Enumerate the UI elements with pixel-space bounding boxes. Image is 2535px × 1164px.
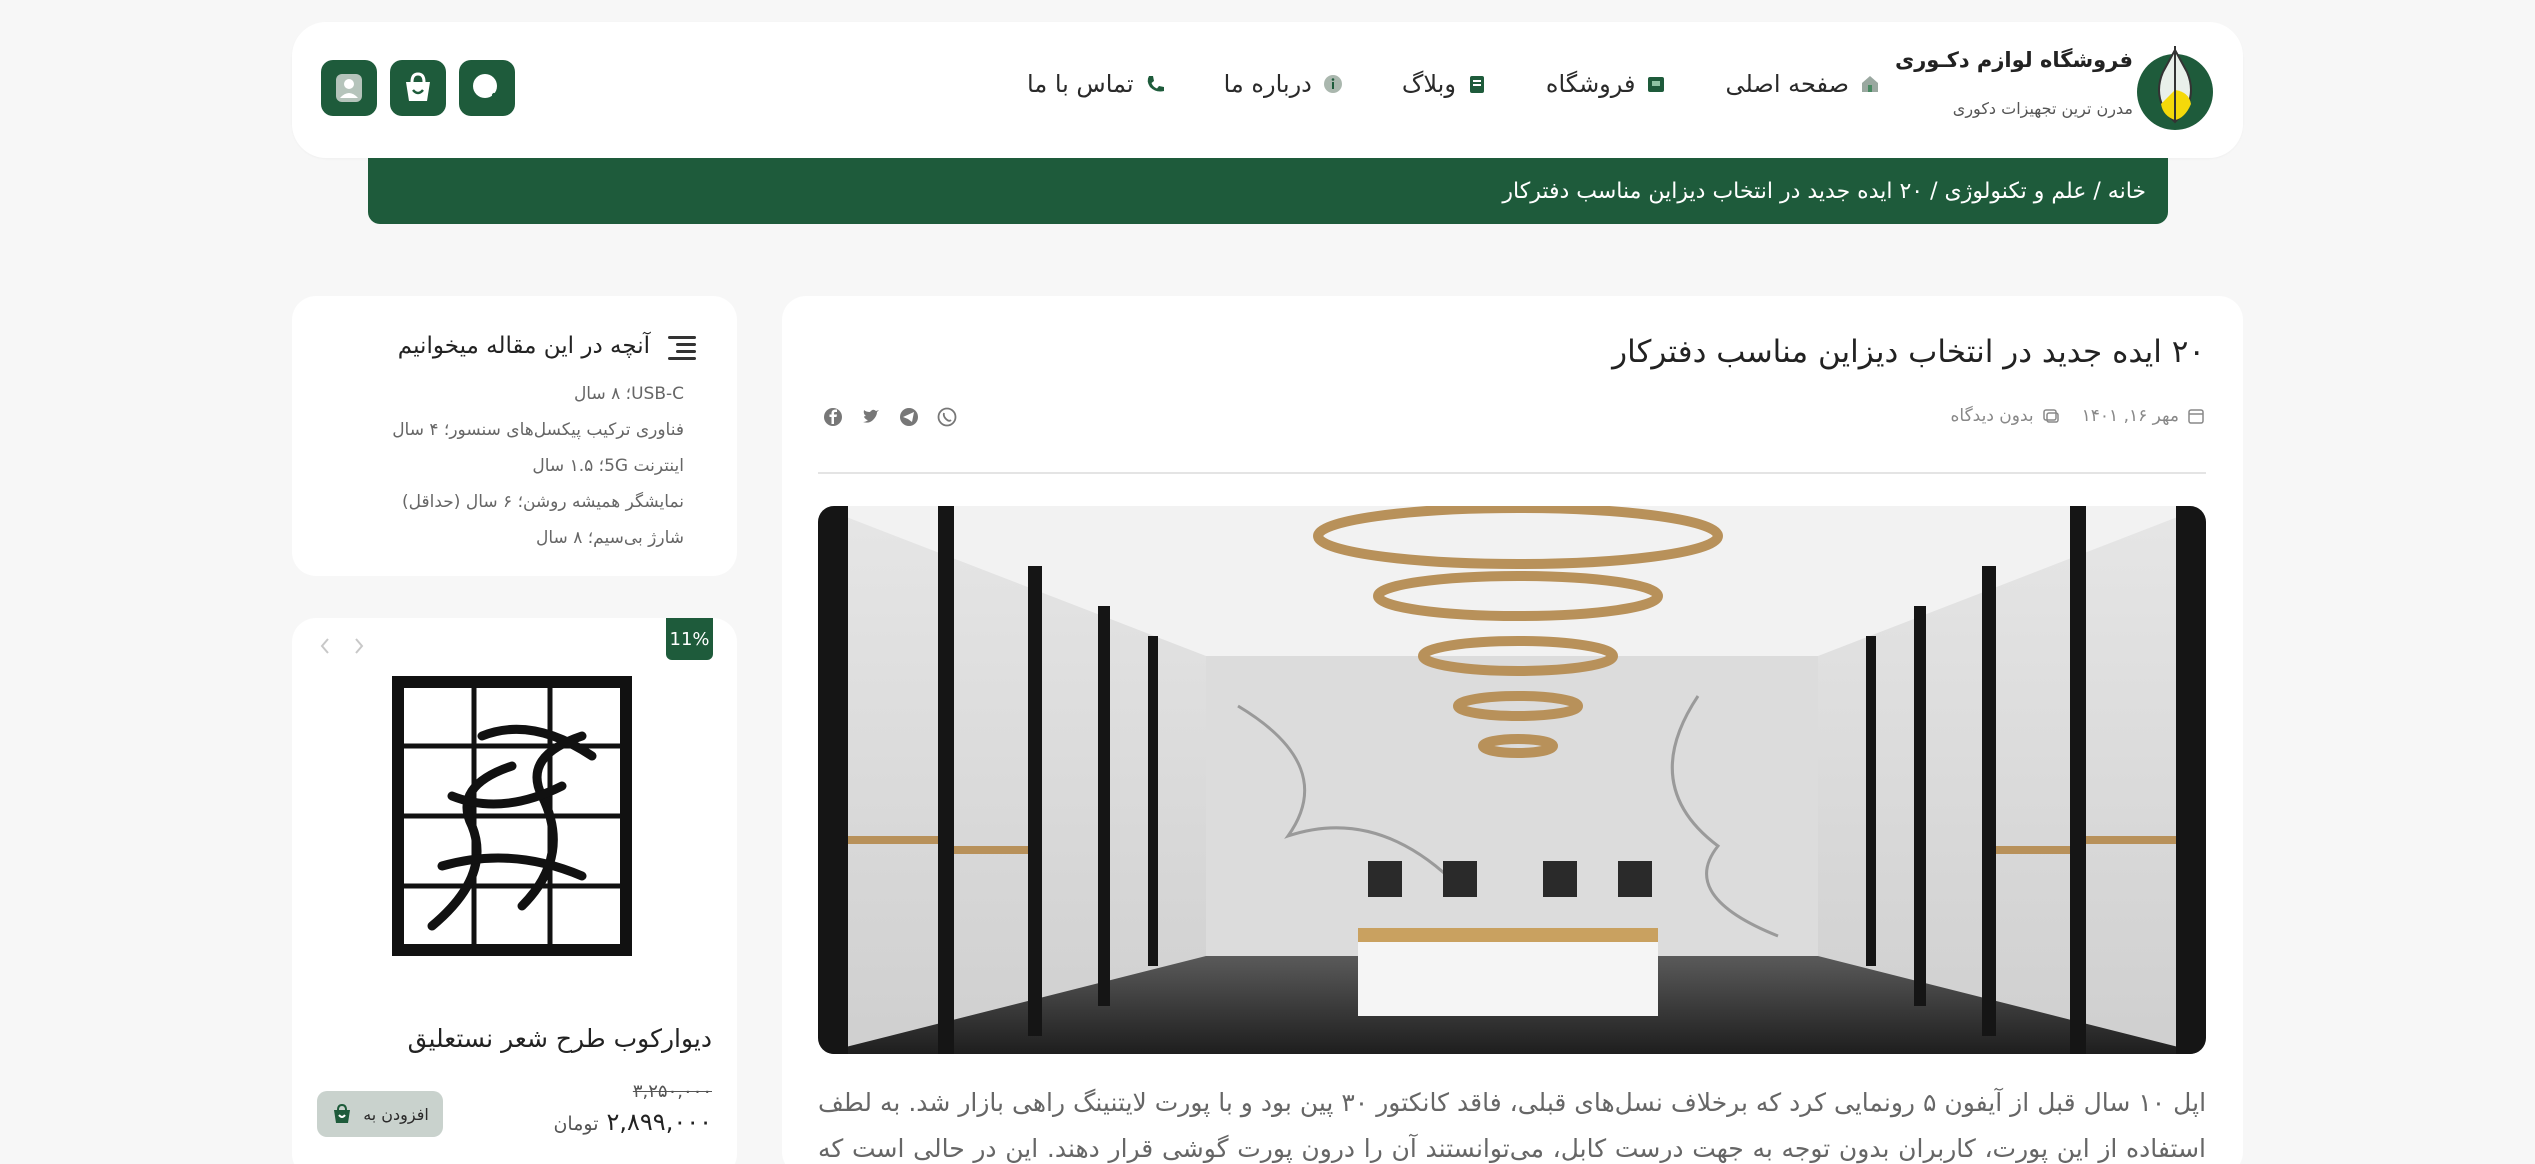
nav-label: صفحه اصلی [1725, 70, 1849, 98]
product-image[interactable] [392, 676, 632, 956]
toc-item[interactable]: شارژ بی‌سیم؛ ۸ سال [392, 527, 684, 550]
price-amount: ۲,۸۹۹,۰۰۰ [606, 1108, 713, 1136]
article-meta: مهر ۱۶, ۱۴۰۱ بدون دیدگاه [1950, 406, 2205, 426]
nav-item-home[interactable]: صفحه اصلی [1725, 70, 1881, 98]
cart-icon [406, 72, 430, 101]
home-icon [1862, 76, 1878, 92]
toc-item[interactable]: USB-C؛ ۸ سال [392, 383, 684, 406]
product-name[interactable]: دیوارکوب طرح شعر نستعلیق [408, 1024, 712, 1053]
whatsapp-icon[interactable] [936, 406, 958, 428]
facebook-icon[interactable] [822, 406, 844, 428]
calendar-icon [2188, 409, 2204, 424]
main-nav: صفحه اصلی فروشگاه وبلاگ درباره ما تماس ب… [1027, 70, 1881, 98]
brand-logo[interactable] [2133, 42, 2217, 136]
article-divider [818, 472, 2206, 474]
product-old-price: ۳,۲۵۰,۰۰۰ [632, 1081, 712, 1102]
article-date: مهر ۱۶, ۱۴۰۱ [2082, 406, 2205, 426]
carousel-prev-arrow[interactable] [316, 634, 334, 658]
breadcrumb-text[interactable]: خانه / علم و تکنولوژی / ۲۰ ایده جدید در … [1502, 179, 2146, 204]
price-currency: تومان [553, 1113, 599, 1135]
nav-label: درباره ما [1223, 70, 1312, 98]
twitter-icon[interactable] [860, 406, 882, 428]
article-body: اپل ۱۰ سال قبل از آیفون ۵ رونمایی کرد که… [818, 1088, 2207, 1163]
nav-label: فروشگاه [1545, 70, 1636, 98]
info-icon [1323, 75, 1342, 93]
toc-title: آنچه در این مقاله میخوانیم [397, 333, 650, 359]
brand-tagline: مدرن ترین تجهیزات دکوری [1952, 99, 2133, 118]
nav-item-about[interactable]: درباره ما [1224, 70, 1344, 98]
discount-badge: 11% [666, 618, 713, 660]
shop-icon [1648, 77, 1665, 92]
brand-name[interactable]: فروشگاه لوازم دکـوری [1895, 48, 2133, 72]
nav-label: وبلاگ [1401, 70, 1456, 98]
article-hero-image [818, 506, 2206, 1054]
cart-icon [334, 1103, 351, 1123]
phone-icon [1147, 76, 1164, 92]
list-icon [666, 333, 698, 363]
telegram-icon[interactable] [898, 406, 920, 428]
search-button[interactable] [459, 60, 515, 116]
date-text: مهر ۱۶, ۱۴۰۱ [2081, 406, 2179, 426]
article-comments[interactable]: بدون دیدگاه [1950, 406, 2059, 426]
nav-item-contact[interactable]: تماس با ما [1027, 70, 1166, 98]
toc-item[interactable]: نمایشگر همیشه روشن؛ ۶ سال (حداقل) [392, 491, 684, 514]
article-title: ۲۰ ایده جدید در انتخاب دیزاین مناسب دفتر… [1612, 334, 2205, 370]
share-links [822, 406, 958, 428]
breadcrumb: خانه / علم و تکنولوژی / ۲۰ ایده جدید در … [368, 158, 2168, 224]
add-to-cart-label: افزودن به [363, 1104, 429, 1124]
product-price: ۲,۸۹۹,۰۰۰ تومان [553, 1108, 712, 1136]
comments-text: بدون دیدگاه [1950, 406, 2034, 426]
carousel-next-arrow[interactable] [350, 634, 368, 658]
user-icon [336, 74, 362, 102]
nav-item-shop[interactable]: فروشگاه [1546, 70, 1668, 98]
toc-item[interactable]: فناوری ترکیب پیکسل‌های سنسور؛ ۴ سال [392, 419, 684, 442]
comment-icon [2042, 409, 2059, 423]
add-to-cart-button[interactable]: افزودن به [317, 1091, 443, 1137]
cart-button[interactable] [390, 60, 446, 116]
account-button[interactable] [321, 60, 377, 116]
nav-label: تماس با ما [1027, 70, 1134, 98]
blog-icon [1469, 76, 1484, 93]
toc-item[interactable]: اینترنت 5G؛ ۱.۵ سال [392, 455, 684, 478]
search-icon [473, 74, 501, 102]
toc-list: USB-C؛ ۸ سال فناوری ترکیب پیکسل‌های سنسو… [392, 383, 684, 550]
nav-item-blog[interactable]: وبلاگ [1402, 70, 1488, 98]
